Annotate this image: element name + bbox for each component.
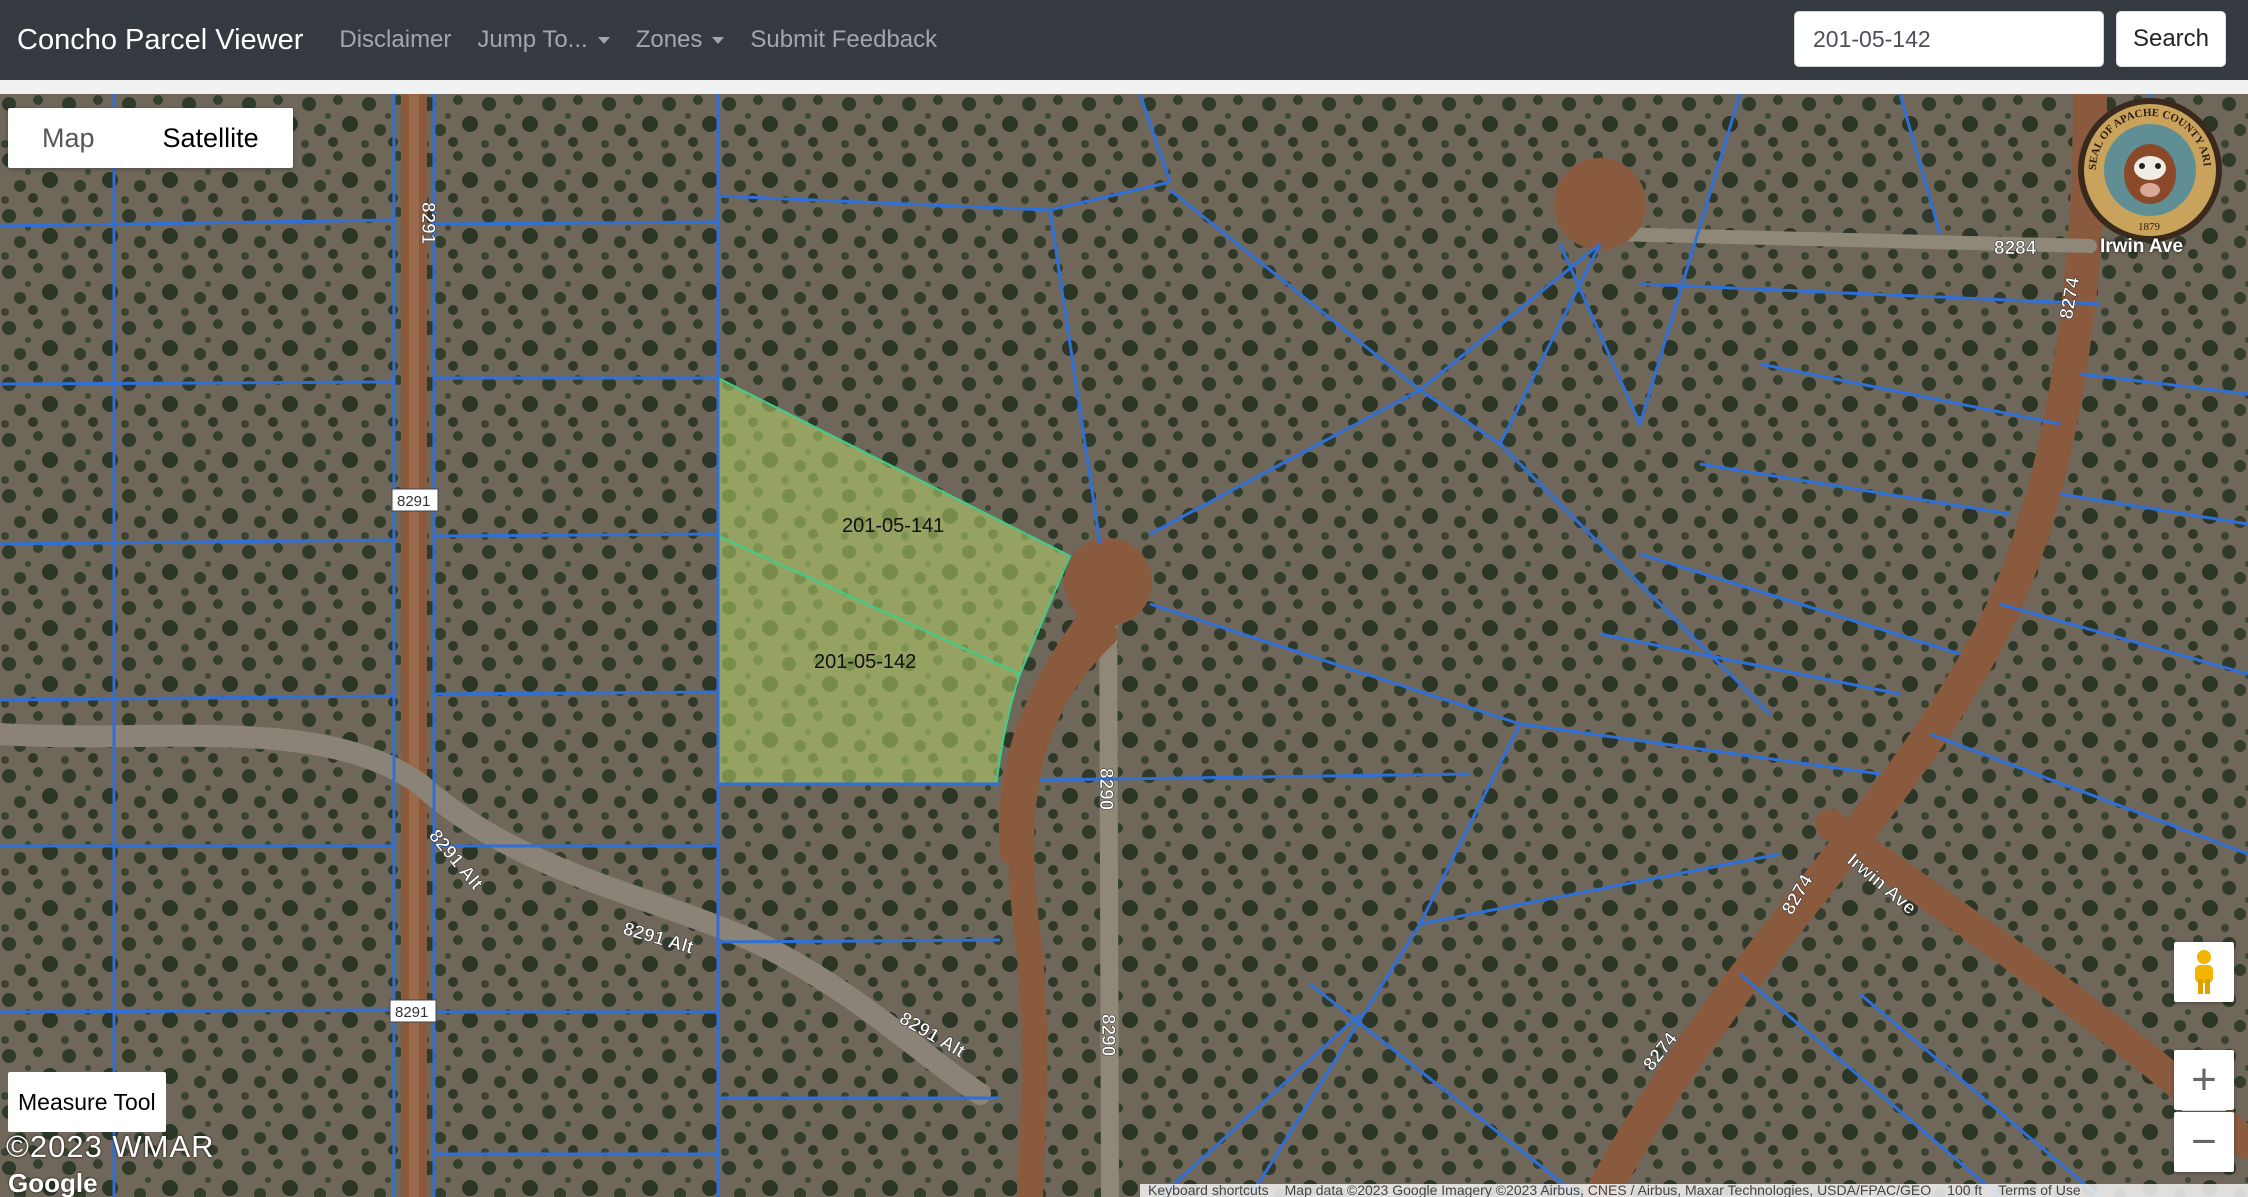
zoom-in-button[interactable]: + [2174, 1050, 2234, 1110]
terms-link[interactable]: Terms of Use [1998, 1184, 2080, 1197]
road-shield-8291-a: 8291 [397, 493, 430, 510]
search-form: Search [1794, 11, 2226, 67]
nav-jump-to-label: Jump To... [477, 26, 588, 53]
road-label-8284: 8284 [1994, 238, 2037, 259]
search-input[interactable] [1794, 11, 2104, 67]
nav-zones-label: Zones [635, 26, 703, 53]
search-button[interactable]: Search [2116, 11, 2226, 67]
copyright-wmar: ©2023 WMAR [6, 1129, 215, 1164]
parcel-label-201-05-141: 201-05-141 [842, 515, 944, 537]
zoom-out-button[interactable]: − [2174, 1112, 2234, 1172]
map-type-map-button[interactable]: Map [8, 108, 129, 168]
zoom-divider [2182, 1110, 2226, 1111]
road-label-irwin-ave-a: Irwin Ave [2100, 236, 2184, 257]
satellite-imagery: 8291 8291 Alt 8291 Alt 8291 Alt 8290 829… [0, 94, 2248, 1197]
map-type-control: Map Satellite [8, 108, 293, 168]
map-type-satellite-button[interactable]: Satellite [129, 108, 293, 168]
nav-zones[interactable]: Zones [636, 26, 725, 54]
map-data-attribution: Map data ©2023 Google Imagery ©2023 Airb… [1284, 1184, 1932, 1197]
scale-bar[interactable]: 100 ft [1947, 1184, 1982, 1197]
nav-jump-to[interactable]: Jump To... [477, 26, 610, 54]
road-label-8291-top: 8291 [417, 202, 438, 245]
nav-submit-feedback[interactable]: Submit Feedback [750, 26, 937, 54]
nav-disclaimer[interactable]: Disclaimer [339, 26, 451, 54]
road-label-8290-b: 8290 [1097, 1014, 1118, 1056]
app-title[interactable]: Concho Parcel Viewer [17, 24, 303, 57]
chevron-down-icon [597, 36, 610, 44]
keyboard-shortcuts-link[interactable]: Keyboard shortcuts [1148, 1184, 1269, 1197]
pegman-icon [2195, 950, 2213, 994]
map-canvas[interactable]: 8291 8291 Alt 8291 Alt 8291 Alt 8290 829… [0, 94, 2248, 1197]
map-attribution-bar: Keyboard shortcuts Map data ©2023 Google… [1140, 1184, 2248, 1197]
seal-year: 1879 [2138, 221, 2161, 233]
road-shield-8291-b: 8291 [395, 1004, 428, 1021]
parcel-label-201-05-142: 201-05-142 [814, 651, 916, 673]
navbar: Concho Parcel Viewer Disclaimer Jump To.… [0, 0, 2248, 80]
google-logo: Google [8, 1168, 98, 1197]
navbar-divider [0, 80, 2248, 94]
road-label-8290-a: 8290 [1095, 768, 1116, 810]
measure-tool-button[interactable]: Measure Tool [8, 1072, 166, 1132]
chevron-down-icon [712, 36, 725, 44]
street-view-pegman[interactable] [2174, 942, 2234, 1002]
apache-county-seal-logo: SEAL OF APACHE COUNTY ARIZONA 1879 [2076, 96, 2222, 242]
